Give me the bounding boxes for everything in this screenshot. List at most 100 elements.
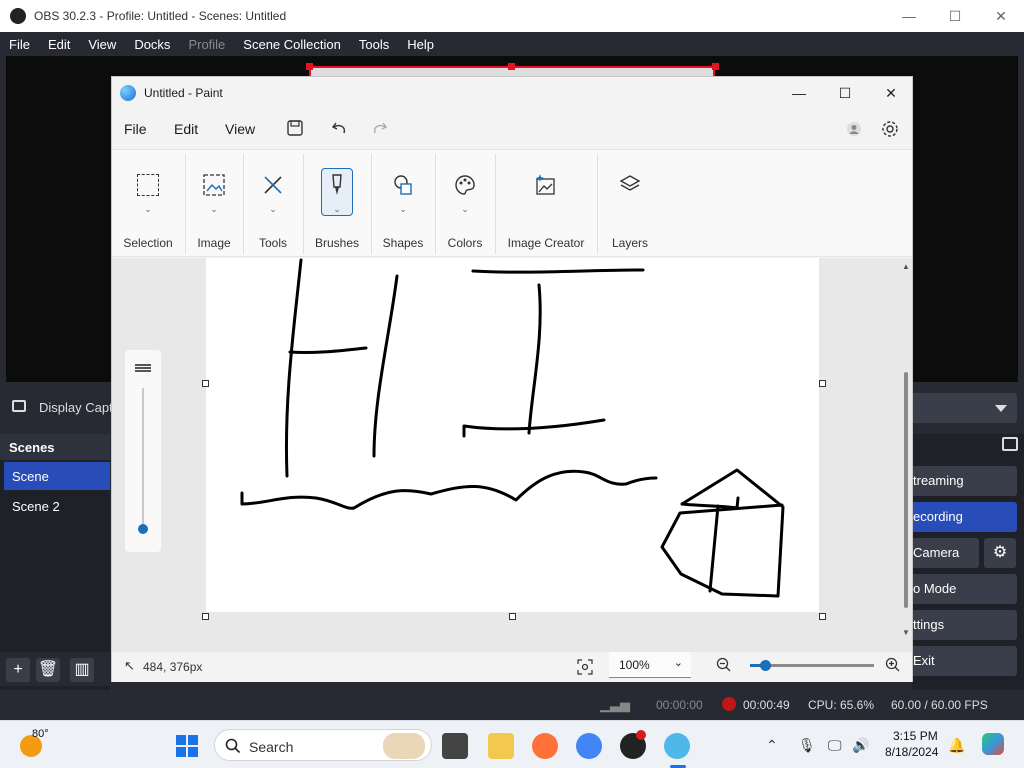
ribbon-shapes[interactable]: ⌄ Shapes (372, 150, 434, 258)
canvas-resize-handle[interactable] (202, 380, 209, 387)
paint-maximize-button[interactable]: ☐ (822, 77, 868, 109)
paint-window: Untitled - Paint — ☐ ✕ File Edit View ⌄ … (111, 76, 913, 682)
undock-icon[interactable] (1002, 437, 1018, 451)
canvas-resize-handle[interactable] (509, 613, 516, 620)
obs-menu-docks[interactable]: Docks (125, 37, 179, 52)
scene-item[interactable]: Scene (4, 462, 110, 490)
paint-close-button[interactable]: ✕ (868, 77, 914, 109)
add-scene-icon[interactable]: + (6, 658, 30, 682)
paint-menu-view[interactable]: View (225, 121, 255, 137)
obs-menu-view[interactable]: View (79, 37, 125, 52)
canvas-resize-handle[interactable] (202, 613, 209, 620)
studio-mode-button[interactable]: o Mode (905, 574, 1017, 604)
selection-handle[interactable] (712, 63, 719, 70)
clock-time[interactable]: 3:15 PM (893, 729, 938, 743)
task-view-icon[interactable] (442, 733, 468, 759)
obs-maximize-button[interactable]: ☐ (932, 0, 978, 32)
brush-size-slider[interactable] (142, 388, 144, 528)
taskbar-search-box[interactable]: Search (214, 729, 432, 761)
stroke-h-bar (288, 346, 368, 355)
obs-menu-tools[interactable]: Tools (350, 37, 398, 52)
scene-item[interactable]: Scene 2 (4, 492, 110, 520)
volume-icon[interactable]: 🔊 (852, 737, 869, 754)
zoom-in-icon[interactable] (885, 657, 901, 673)
chrome-icon[interactable] (576, 733, 602, 759)
virtual-camera-button[interactable]: Camera (905, 538, 979, 568)
ribbon-tools[interactable]: ⌄ Tools (244, 150, 302, 258)
stop-recording-button[interactable]: ecording (905, 502, 1017, 532)
obs-menu-bar: File Edit View Docks Profile Scene Colle… (0, 32, 1024, 56)
vertical-scrollbar[interactable]: ▲ ▼ (902, 262, 910, 642)
obs-menu-edit[interactable]: Edit (39, 37, 79, 52)
settings-icon[interactable] (880, 119, 900, 139)
ribbon-layers[interactable]: Layers (598, 150, 662, 258)
ribbon-image-creator[interactable]: Image Creator (496, 150, 596, 258)
obs-source-label: Display Capt (39, 400, 113, 415)
paint-window-title: Untitled - Paint (144, 86, 223, 100)
scroll-up-icon[interactable]: ▲ (902, 262, 910, 271)
firefox-icon[interactable] (532, 733, 558, 759)
recording-badge-icon (636, 730, 646, 740)
obs-menu-help[interactable]: Help (398, 37, 443, 52)
zoom-slider-knob[interactable] (760, 660, 771, 671)
obs-status-bar: ▁▃▅ 00:00:00 00:00:49 CPU: 65.6% 60.00 /… (0, 690, 1024, 720)
start-button[interactable] (176, 735, 198, 757)
microphone-icon[interactable]: 🎙 (798, 737, 816, 754)
shapes-icon (390, 172, 416, 198)
paint-menu-bar: File Edit View (112, 113, 912, 145)
fit-to-window-icon[interactable] (577, 659, 593, 675)
weather-temp: 80° (32, 728, 49, 740)
paint-canvas[interactable] (206, 258, 819, 612)
redo-icon[interactable] (370, 119, 388, 137)
paint-menu-file[interactable]: File (124, 121, 147, 137)
save-icon[interactable] (286, 119, 304, 137)
chevron-up-icon[interactable]: ⌃ (766, 737, 778, 754)
bell-icon[interactable]: 🔔 (948, 737, 965, 754)
display-icon[interactable]: 🖵 (828, 737, 842, 754)
zoom-out-icon[interactable] (716, 657, 732, 673)
obs-menu-scene-collection[interactable]: Scene Collection (234, 37, 350, 52)
stroke-h-right (372, 274, 399, 458)
search-icon (225, 738, 241, 754)
zoom-dropdown[interactable]: 100% ⌄ (609, 652, 691, 678)
paint-taskbar-icon[interactable] (664, 733, 690, 759)
paint-ribbon: ⌄ Selection ⌄ Image ⌄ Tools ⌄ Brushes ⌄ … (112, 149, 912, 257)
obs-scene-tools: + 🗑 ▥ (0, 652, 110, 686)
paint-minimize-button[interactable]: — (776, 77, 822, 109)
scrollbar-thumb[interactable] (904, 372, 908, 608)
settings-button[interactable]: ttings (905, 610, 1017, 640)
gear-icon[interactable]: ⚙ (984, 538, 1016, 568)
brush-size-knob[interactable] (138, 524, 148, 534)
scene-filters-icon[interactable]: ▥ (70, 658, 94, 682)
zoom-value: 100% (619, 658, 650, 672)
scroll-down-icon[interactable]: ▼ (902, 628, 910, 637)
signal-bars-icon: ▁▃▅ (600, 697, 630, 712)
selection-handle[interactable] (508, 63, 515, 70)
paint-app-icon (120, 85, 136, 101)
obs-source-dropdown[interactable] (905, 393, 1017, 423)
canvas-resize-handle[interactable] (819, 380, 826, 387)
image-icon (201, 172, 227, 198)
exit-button[interactable]: Exit (905, 646, 1017, 676)
clock-date[interactable]: 8/18/2024 (885, 745, 938, 759)
obs-minimize-button[interactable]: — (886, 0, 932, 32)
stroke-i-stem (527, 283, 542, 435)
obs-menu-profile[interactable]: Profile (179, 37, 234, 52)
copilot-icon[interactable] (982, 733, 1004, 755)
selection-handle[interactable] (306, 63, 313, 70)
account-icon[interactable] (846, 121, 862, 137)
chevron-down-icon: ⌄ (269, 204, 277, 214)
ribbon-selection[interactable]: ⌄ Selection (112, 150, 184, 258)
chevron-down-icon: ⌄ (673, 657, 683, 669)
obs-menu-file[interactable]: File (0, 37, 39, 52)
canvas-resize-handle[interactable] (819, 613, 826, 620)
delete-scene-icon[interactable]: 🗑 (36, 658, 60, 682)
file-explorer-icon[interactable] (488, 733, 514, 759)
obs-close-button[interactable]: ✕ (978, 0, 1024, 32)
ribbon-image[interactable]: ⌄ Image (186, 150, 242, 258)
undo-icon[interactable] (331, 119, 349, 137)
ribbon-brushes[interactable]: ⌄ Brushes (304, 150, 370, 258)
start-streaming-button[interactable]: treaming (905, 466, 1017, 496)
ribbon-colors[interactable]: ⌄ Colors (436, 150, 494, 258)
paint-menu-edit[interactable]: Edit (174, 121, 198, 137)
